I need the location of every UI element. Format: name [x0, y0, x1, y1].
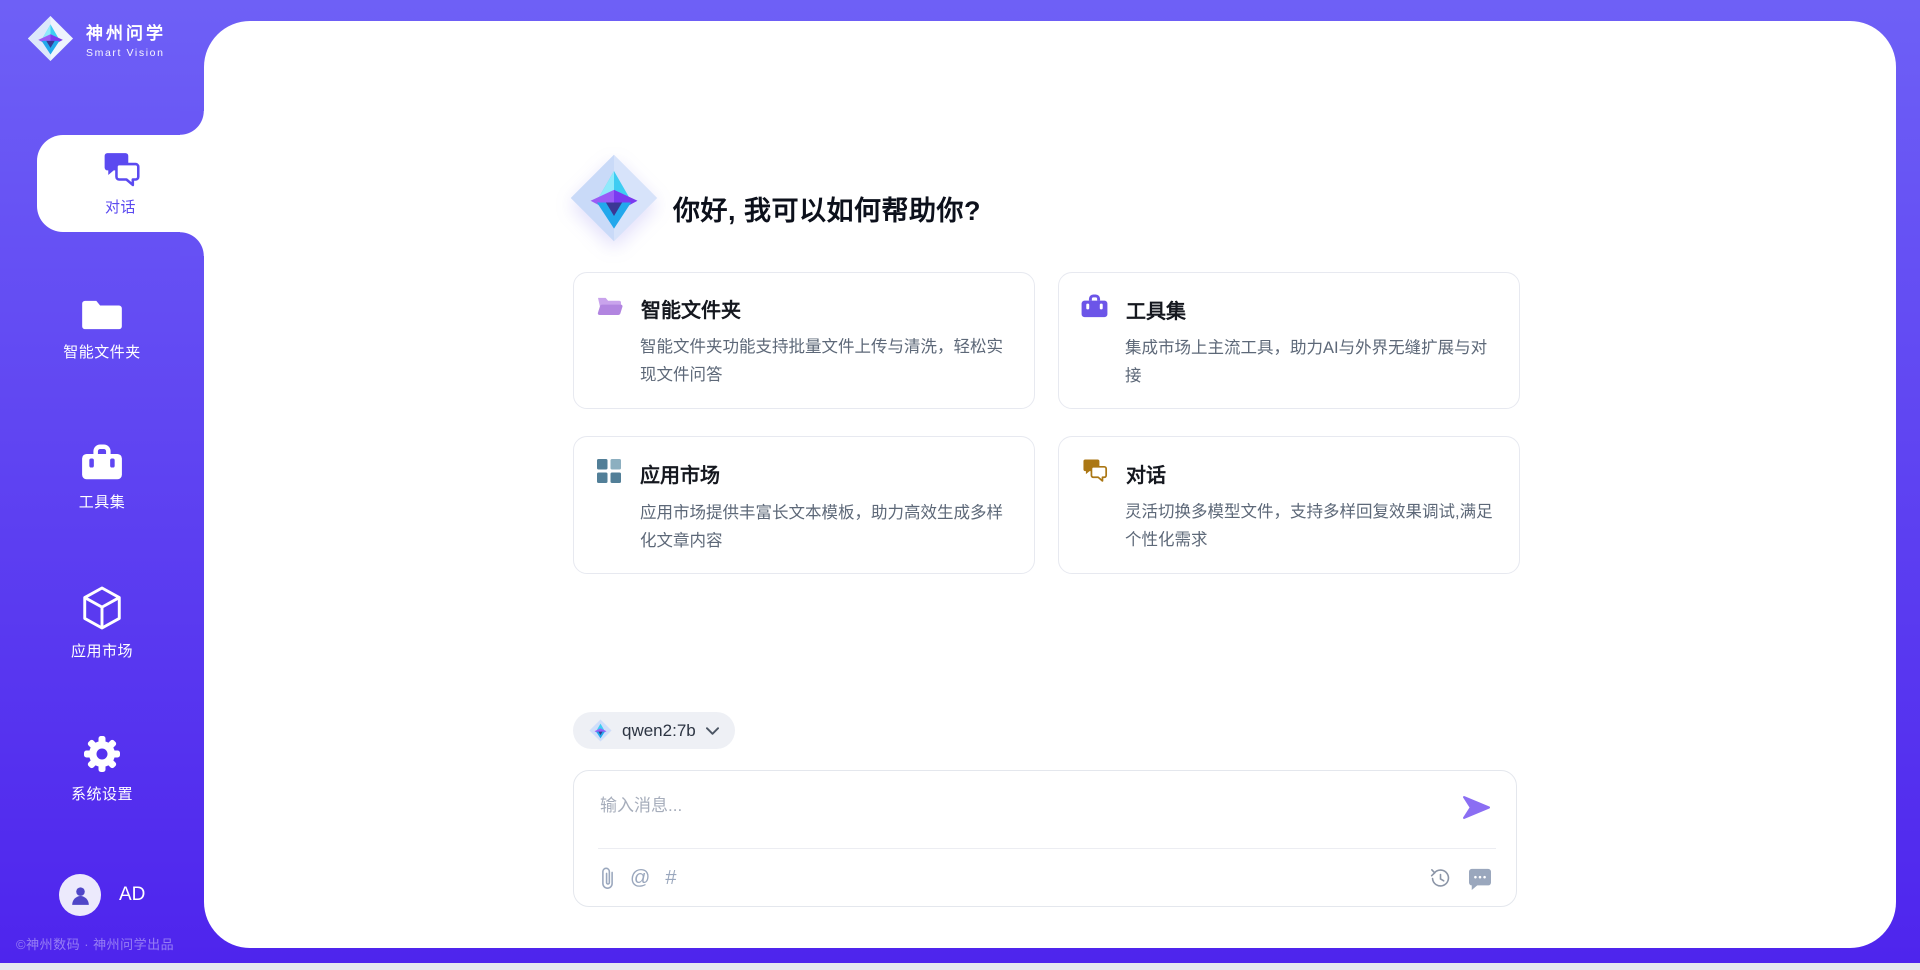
tab-fillet-bottom: [180, 232, 204, 256]
sidebar-item-settings[interactable]: 系统设置: [0, 734, 204, 804]
bottom-edge-strip: [0, 963, 1920, 970]
card-title: 应用市场: [640, 459, 720, 488]
model-selector[interactable]: qwen2:7b: [573, 712, 735, 749]
feature-cards-grid: 智能文件夹 智能文件夹功能支持批量文件上传与清洗，轻松实现文件问答 工具集: [573, 272, 1520, 574]
toolbox-icon: [81, 444, 123, 482]
card-description: 智能文件夹功能支持批量文件上传与清洗，轻松实现文件问答: [640, 333, 1008, 389]
brand-tagline: Smart Vision: [86, 47, 166, 59]
card-description: 集成市场上主流工具，助力AI与外界无缝扩展与对接: [1125, 334, 1493, 390]
card-description: 灵活切换多模型文件，支持多样回复效果调试,满足个性化需求: [1125, 498, 1493, 554]
message-input[interactable]: [600, 791, 1440, 841]
message-composer: @ #: [573, 770, 1517, 907]
brand-name: 神州问学: [86, 19, 166, 44]
diamond-logo-icon: [589, 719, 612, 742]
person-avatar-icon: [59, 874, 101, 916]
open-folder-icon: [596, 295, 623, 323]
main-content-panel: 你好, 我可以如何帮助你? 智能文件夹 智能文件夹功能支持批量文件上传与清洗，轻…: [204, 21, 1896, 948]
comment-icon[interactable]: [1468, 868, 1492, 890]
sidebar-item-smart-folder[interactable]: 智能文件夹: [0, 298, 204, 362]
tab-fillet-top: [180, 111, 204, 135]
card-title: 工具集: [1126, 295, 1186, 324]
send-icon[interactable]: [1463, 795, 1490, 823]
sidebar-item-label: 系统设置: [71, 783, 133, 804]
brand-logo: 神州问学 Smart Vision: [27, 15, 166, 62]
hash-icon[interactable]: #: [665, 867, 676, 889]
sidebar-item-label: 工具集: [79, 491, 126, 512]
toolbox-icon: [1081, 294, 1108, 324]
gear-icon: [82, 734, 122, 774]
sidebar-item-label: 应用市场: [71, 640, 133, 661]
feature-card-chat[interactable]: 对话 灵活切换多模型文件，支持多样回复效果调试,满足个性化需求: [1058, 436, 1520, 574]
greeting-title: 你好, 我可以如何帮助你?: [673, 189, 981, 228]
sidebar-item-toolset[interactable]: 工具集: [0, 444, 204, 512]
sidebar-item-app-market[interactable]: 应用市场: [0, 585, 204, 661]
card-title: 对话: [1126, 459, 1166, 488]
app-root: 你好, 我可以如何帮助你? 智能文件夹 智能文件夹功能支持批量文件上传与清洗，轻…: [0, 0, 1920, 970]
chevron-down-icon: [706, 727, 719, 735]
user-name: AD: [119, 884, 145, 906]
cube-icon: [82, 585, 122, 631]
sidebar-item-label: 智能文件夹: [63, 341, 141, 362]
card-title: 智能文件夹: [641, 294, 741, 323]
composer-divider: [598, 848, 1496, 849]
model-name: qwen2:7b: [622, 721, 696, 741]
grid-icon: [596, 458, 622, 489]
user-profile[interactable]: AD: [59, 874, 145, 916]
chat-bubbles-icon: [101, 151, 141, 188]
sidebar-item-chat[interactable]: 对话: [37, 135, 204, 232]
diamond-logo-icon: [27, 15, 74, 62]
history-icon[interactable]: [1429, 867, 1452, 890]
feature-card-smart-folder[interactable]: 智能文件夹 智能文件夹功能支持批量文件上传与清洗，轻松实现文件问答: [573, 272, 1035, 409]
diamond-logo-icon: [569, 153, 659, 248]
feature-card-app-market[interactable]: 应用市场 应用市场提供丰富长文本模板，助力高效生成多样化文章内容: [573, 436, 1035, 574]
paperclip-icon[interactable]: [600, 866, 615, 890]
chat-bubbles-icon: [1081, 458, 1108, 488]
feature-card-toolset[interactable]: 工具集 集成市场上主流工具，助力AI与外界无缝扩展与对接: [1058, 272, 1520, 409]
copyright-text: ©神州数码 · 神州问学出品: [16, 934, 174, 953]
sidebar-item-label: 对话: [105, 196, 136, 217]
card-description: 应用市场提供丰富长文本模板，助力高效生成多样化文章内容: [640, 499, 1008, 555]
at-icon[interactable]: @: [630, 867, 650, 889]
folder-icon: [81, 298, 123, 332]
